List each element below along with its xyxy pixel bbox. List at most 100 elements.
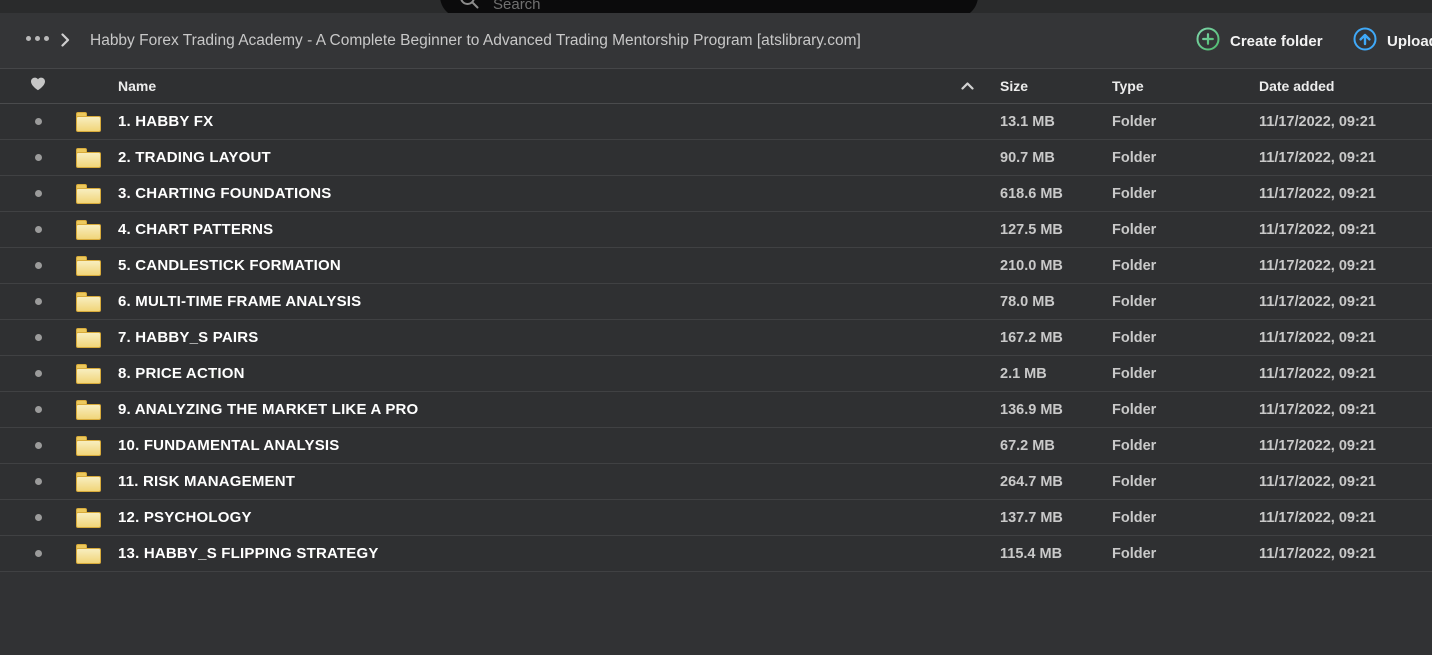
file-size: 127.5 MB: [1000, 222, 1112, 238]
breadcrumb-bar: Habby Forex Trading Academy - A Complete…: [0, 13, 1432, 69]
file-type: Folder: [1112, 474, 1259, 490]
folder-icon: [76, 148, 101, 168]
arrow-up-circle-icon: [1353, 27, 1377, 55]
row-marker-dot: [35, 370, 42, 377]
file-name: 3. CHARTING FOUNDATIONS: [118, 185, 332, 202]
file-date-added: 11/17/2022, 09:21: [1259, 474, 1432, 490]
column-header-type[interactable]: Type: [1112, 78, 1259, 94]
column-header-name[interactable]: Name: [118, 78, 156, 94]
file-size: 13.1 MB: [1000, 114, 1112, 130]
file-size: 78.0 MB: [1000, 294, 1112, 310]
row-marker-dot: [35, 154, 42, 161]
folder-icon: [76, 544, 101, 564]
file-size: 137.7 MB: [1000, 510, 1112, 526]
file-size: 167.2 MB: [1000, 330, 1112, 346]
file-size: 90.7 MB: [1000, 150, 1112, 166]
row-marker-dot: [35, 442, 42, 449]
table-row[interactable]: 7. HABBY_S PAIRS 167.2 MB Folder 11/17/2…: [0, 320, 1432, 356]
file-date-added: 11/17/2022, 09:21: [1259, 258, 1432, 274]
file-type: Folder: [1112, 150, 1259, 166]
file-name: 11. RISK MANAGEMENT: [118, 473, 295, 490]
file-name: 6. MULTI-TIME FRAME ANALYSIS: [118, 293, 361, 310]
folder-icon: [76, 472, 101, 492]
row-marker-dot: [35, 514, 42, 521]
file-date-added: 11/17/2022, 09:21: [1259, 438, 1432, 454]
file-type: Folder: [1112, 258, 1259, 274]
favourite-column-header[interactable]: [0, 77, 76, 96]
file-date-added: 11/17/2022, 09:21: [1259, 222, 1432, 238]
file-type: Folder: [1112, 546, 1259, 562]
file-list: 1. HABBY FX 13.1 MB Folder 11/17/2022, 0…: [0, 104, 1432, 572]
table-row[interactable]: 6. MULTI-TIME FRAME ANALYSIS 78.0 MB Fol…: [0, 284, 1432, 320]
file-size: 618.6 MB: [1000, 186, 1112, 202]
file-name: 9. ANALYZING THE MARKET LIKE A PRO: [118, 401, 418, 418]
top-toolbar-strip: Search: [0, 0, 1432, 13]
file-type: Folder: [1112, 366, 1259, 382]
table-row[interactable]: 10. FUNDAMENTAL ANALYSIS 67.2 MB Folder …: [0, 428, 1432, 464]
file-type: Folder: [1112, 438, 1259, 454]
folder-icon: [76, 184, 101, 204]
file-date-added: 11/17/2022, 09:21: [1259, 294, 1432, 310]
row-marker-dot: [35, 262, 42, 269]
heart-icon: [30, 77, 46, 96]
row-marker-dot: [35, 334, 42, 341]
file-date-added: 11/17/2022, 09:21: [1259, 150, 1432, 166]
file-date-added: 11/17/2022, 09:21: [1259, 330, 1432, 346]
file-manager-page: { "search": { "placeholder": "Search" },…: [0, 0, 1432, 655]
file-type: Folder: [1112, 114, 1259, 130]
upload-button[interactable]: Upload: [1353, 13, 1432, 69]
table-row[interactable]: 8. PRICE ACTION 2.1 MB Folder 11/17/2022…: [0, 356, 1432, 392]
file-date-added: 11/17/2022, 09:21: [1259, 546, 1432, 562]
sort-ascending-icon[interactable]: [961, 82, 974, 90]
file-date-added: 11/17/2022, 09:21: [1259, 510, 1432, 526]
file-date-added: 11/17/2022, 09:21: [1259, 186, 1432, 202]
file-size: 136.9 MB: [1000, 402, 1112, 418]
row-marker-dot: [35, 190, 42, 197]
table-row[interactable]: 2. TRADING LAYOUT 90.7 MB Folder 11/17/2…: [0, 140, 1432, 176]
file-type: Folder: [1112, 222, 1259, 238]
row-marker-dot: [35, 550, 42, 557]
file-size: 264.7 MB: [1000, 474, 1112, 490]
file-name: 10. FUNDAMENTAL ANALYSIS: [118, 437, 340, 454]
create-folder-label: Create folder: [1230, 33, 1323, 50]
file-name: 4. CHART PATTERNS: [118, 221, 273, 238]
file-date-added: 11/17/2022, 09:21: [1259, 402, 1432, 418]
row-marker-dot: [35, 298, 42, 305]
table-row[interactable]: 1. HABBY FX 13.1 MB Folder 11/17/2022, 0…: [0, 104, 1432, 140]
file-name: 1. HABBY FX: [118, 113, 213, 130]
folder-icon: [76, 508, 101, 528]
folder-icon: [76, 112, 101, 132]
file-table: Name Size Type Date added 1. HABBY FX 13…: [0, 69, 1432, 572]
row-marker-dot: [35, 406, 42, 413]
folder-icon: [76, 400, 101, 420]
breadcrumb-menu-button[interactable]: [26, 36, 49, 41]
table-row[interactable]: 11. RISK MANAGEMENT 264.7 MB Folder 11/1…: [0, 464, 1432, 500]
file-name: 5. CANDLESTICK FORMATION: [118, 257, 341, 274]
file-type: Folder: [1112, 186, 1259, 202]
table-row[interactable]: 4. CHART PATTERNS 127.5 MB Folder 11/17/…: [0, 212, 1432, 248]
file-name: 8. PRICE ACTION: [118, 365, 245, 382]
file-size: 210.0 MB: [1000, 258, 1112, 274]
table-row[interactable]: 5. CANDLESTICK FORMATION 210.0 MB Folder…: [0, 248, 1432, 284]
file-type: Folder: [1112, 294, 1259, 310]
table-row[interactable]: 12. PSYCHOLOGY 137.7 MB Folder 11/17/202…: [0, 500, 1432, 536]
upload-label: Upload: [1387, 33, 1432, 50]
table-row[interactable]: 9. ANALYZING THE MARKET LIKE A PRO 136.9…: [0, 392, 1432, 428]
folder-icon: [76, 436, 101, 456]
column-header-date-added[interactable]: Date added: [1259, 78, 1432, 94]
file-name: 12. PSYCHOLOGY: [118, 509, 252, 526]
plus-circle-icon: [1196, 27, 1220, 55]
folder-icon: [76, 328, 101, 348]
chevron-right-icon: [61, 33, 70, 52]
file-type: Folder: [1112, 402, 1259, 418]
file-date-added: 11/17/2022, 09:21: [1259, 114, 1432, 130]
folder-icon: [76, 292, 101, 312]
file-name: 13. HABBY_S FLIPPING STRATEGY: [118, 545, 379, 562]
column-header-size[interactable]: Size: [1000, 78, 1112, 94]
file-name: 7. HABBY_S PAIRS: [118, 329, 258, 346]
file-name: 2. TRADING LAYOUT: [118, 149, 271, 166]
table-row[interactable]: 3. CHARTING FOUNDATIONS 618.6 MB Folder …: [0, 176, 1432, 212]
table-row[interactable]: 13. HABBY_S FLIPPING STRATEGY 115.4 MB F…: [0, 536, 1432, 572]
create-folder-button[interactable]: Create folder: [1196, 13, 1323, 69]
file-size: 67.2 MB: [1000, 438, 1112, 454]
